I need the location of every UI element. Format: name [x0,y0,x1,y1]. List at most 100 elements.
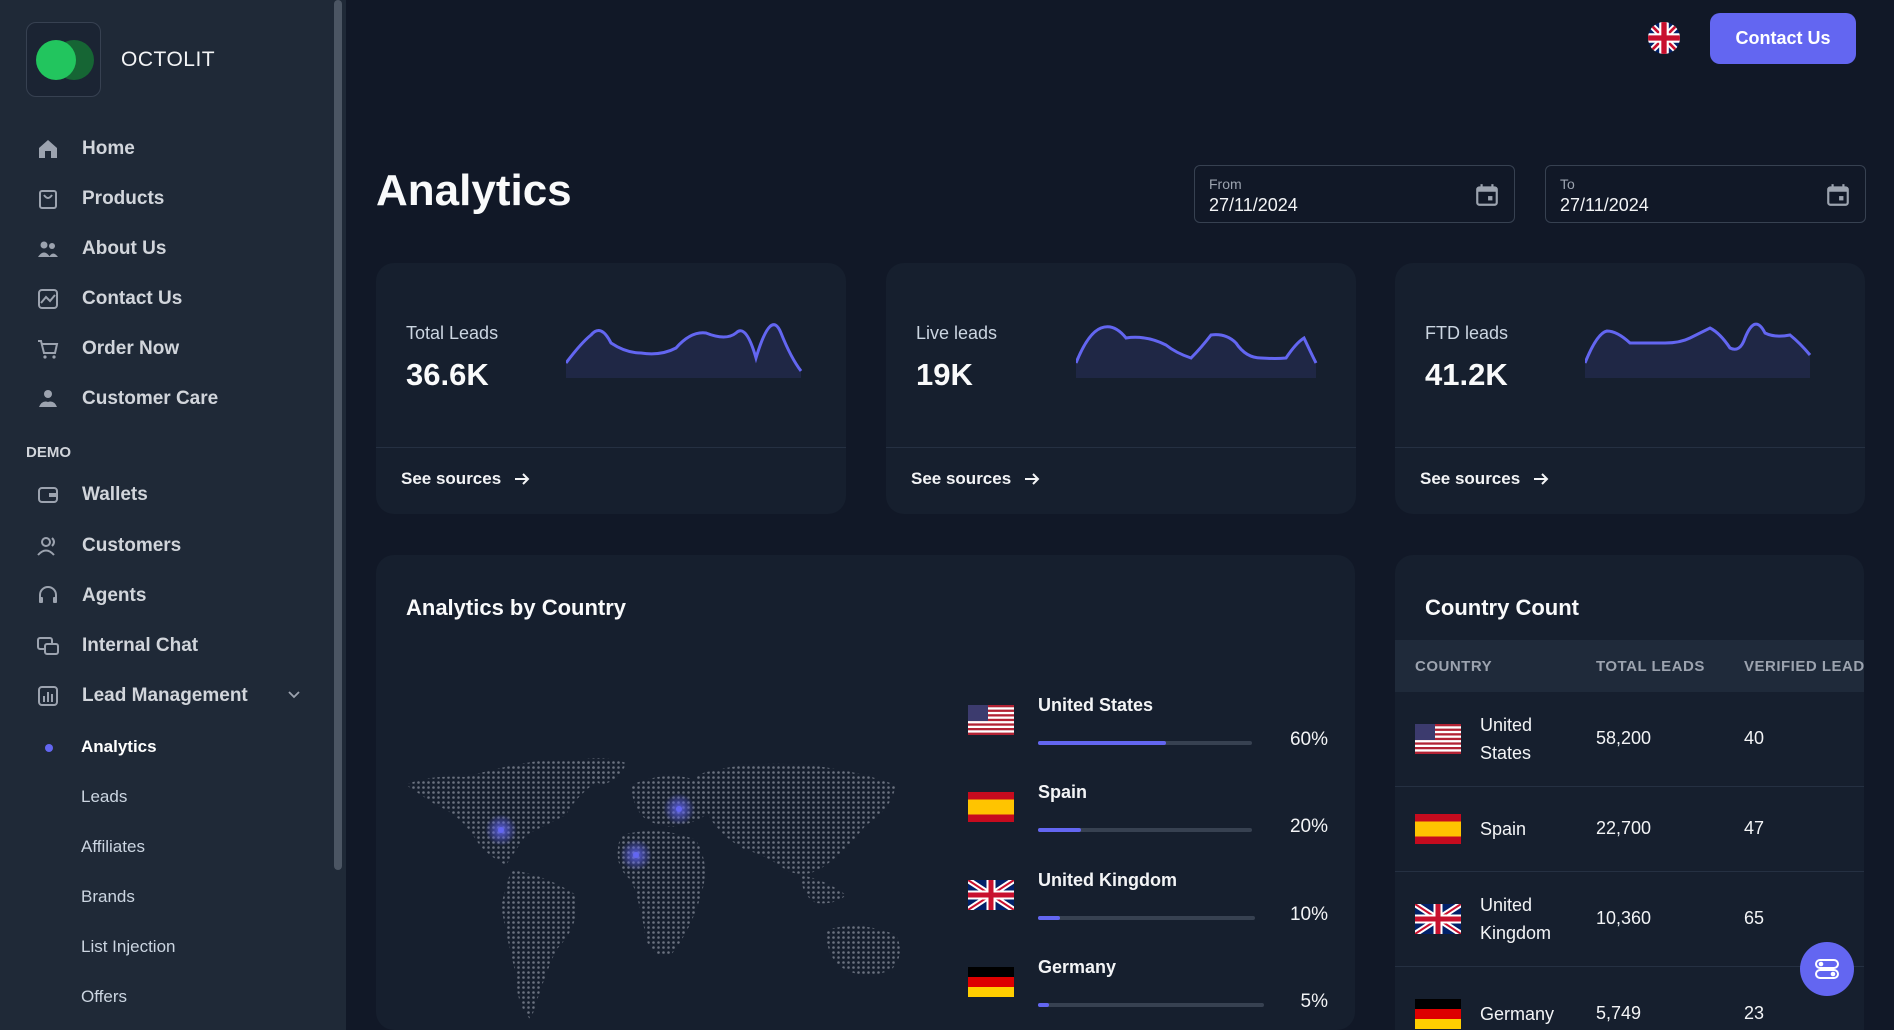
see-sources-label: See sources [401,469,502,488]
nav-item-agents[interactable]: Agents [36,579,306,613]
bar-chart-icon [38,686,58,706]
table-cell-verified: 40 [1744,728,1765,748]
sub-item-leads[interactable]: Leads [81,787,127,807]
germany-flag-icon [1415,999,1461,1029]
settings-fab-button[interactable] [1800,942,1854,996]
active-bullet [45,744,53,752]
nav-label: Lead Management [82,685,248,706]
headset-icon [39,586,57,603]
date-to-field[interactable]: To 27/11/2024 [1545,165,1866,223]
spain-flag-icon [968,792,1014,822]
contact-us-button[interactable]: Contact Us [1710,13,1856,64]
sub-item-brands[interactable]: Brands [81,887,135,907]
card-divider [376,447,846,448]
column-header[interactable]: VERIFIED LEADS [1744,658,1864,675]
sparkline-chart [1076,325,1318,378]
table-header: COUNTRY TOTAL LEADS VERIFIED LEADS [1395,640,1864,692]
nav-item-contact-us[interactable]: Contact Us [36,282,306,316]
table-row[interactable]: United States 58,200 40 [1395,692,1864,787]
see-sources-link[interactable]: See sources [401,469,531,489]
progress-track [1038,1003,1264,1007]
nav-item-about-us[interactable]: About Us [36,232,306,266]
nav-item-order-now[interactable]: Order Now [36,332,306,366]
logo[interactable] [26,22,101,97]
toggles-icon [1815,959,1839,979]
country-row-germany: Germany 5% [968,957,1328,1030]
table-cell-country: United States [1480,715,1533,763]
nav-item-wallets[interactable]: Wallets [36,478,306,512]
stat-label: Total Leads [406,323,499,343]
progress-fill [1038,916,1060,920]
progress-track [1038,741,1252,745]
analytics-by-country-card: Analytics by Country United States 60% S… [376,555,1355,1030]
sidebar-scrollbar[interactable] [334,0,342,870]
table-cell-country: Germany [1480,1004,1555,1024]
calendar-icon[interactable] [1825,182,1851,208]
stat-value: 36.6K [406,357,489,392]
card-title: Analytics by Country [406,595,627,620]
world-map [406,758,900,1020]
table-cell-total: 5,749 [1596,1003,1642,1023]
sub-item-analytics[interactable]: Analytics [81,737,157,757]
section-label-demo: DEMO [26,444,71,461]
nav-label: Contact Us [82,288,183,309]
country-name: Spain [1038,782,1088,802]
see-sources-link[interactable]: See sources [911,469,1041,489]
country-name: United Kingdom [1038,870,1177,890]
sub-item-list-injection[interactable]: List Injection [81,937,176,957]
wallet-icon [38,487,58,503]
care-icon [39,390,57,407]
see-sources-label: See sources [911,469,1012,488]
nav-item-customer-care[interactable]: Customer Care [36,382,306,416]
stat-card-live-leads: Live leads 19K See sources [886,263,1356,514]
table-row[interactable]: United Kingdom 10,360 65 [1395,872,1864,967]
calendar-icon[interactable] [1474,182,1500,208]
stat-label: Live leads [916,323,998,343]
table-row[interactable]: Spain 22,700 47 [1395,787,1864,872]
table-cell-verified: 47 [1744,818,1765,838]
nav-label: Customers [82,535,182,556]
chat-icon [37,637,59,655]
nav-item-customers[interactable]: Customers [36,529,306,563]
date-from-value[interactable]: 27/11/2024 [1209,195,1298,216]
arrow-right-icon [1534,473,1549,485]
stat-value: 19K [916,357,973,392]
nav-label: About Us [82,238,167,259]
date-to-value[interactable]: 27/11/2024 [1560,195,1649,216]
sub-item-affiliates[interactable]: Affiliates [81,837,145,857]
nav-label: Order Now [82,338,180,359]
nav-item-home[interactable]: Home [36,132,306,166]
progress-fill [1038,1003,1050,1007]
arrow-right-icon [1025,473,1040,485]
date-to-label: To [1560,176,1575,192]
chevron-down-icon[interactable] [287,688,301,702]
table-row[interactable]: Germany 5,749 23 [1395,967,1864,1030]
column-header[interactable]: COUNTRY [1415,658,1492,675]
date-from-field[interactable]: From 27/11/2024 [1194,165,1515,223]
cart-icon [38,340,59,359]
country-percent: 5% [1300,991,1328,1012]
table-cell-country: Spain [1480,819,1527,839]
nav-label: Agents [82,585,147,606]
country-count-card: Country Count COUNTRY TOTAL LEADS VERIFI… [1395,555,1864,1030]
home-icon [39,140,57,158]
see-sources-link[interactable]: See sources [1420,469,1550,489]
country-percent: 10% [1289,904,1328,925]
nav-item-internal-chat[interactable]: Internal Chat [36,629,306,663]
uk-flag-icon [968,880,1014,910]
table-cell-total: 10,360 [1596,908,1652,928]
date-from-label: From [1209,176,1242,192]
nav-item-products[interactable]: Products [36,182,306,216]
nav-item-lead-management[interactable]: Lead Management [36,679,306,713]
see-sources-label: See sources [1420,469,1521,488]
table-cell-verified: 23 [1744,1003,1765,1023]
chart-image-icon [38,289,58,309]
sparkline-chart [566,323,803,378]
uk-flag-icon[interactable] [1648,22,1680,54]
us-flag-icon [968,705,1014,735]
nav-label: Products [82,188,165,209]
column-header[interactable]: TOTAL LEADS [1596,658,1705,675]
nav-label: Wallets [82,484,148,505]
sub-item-offers[interactable]: Offers [81,987,127,1007]
brand-name: OCTOLIT [121,48,216,71]
